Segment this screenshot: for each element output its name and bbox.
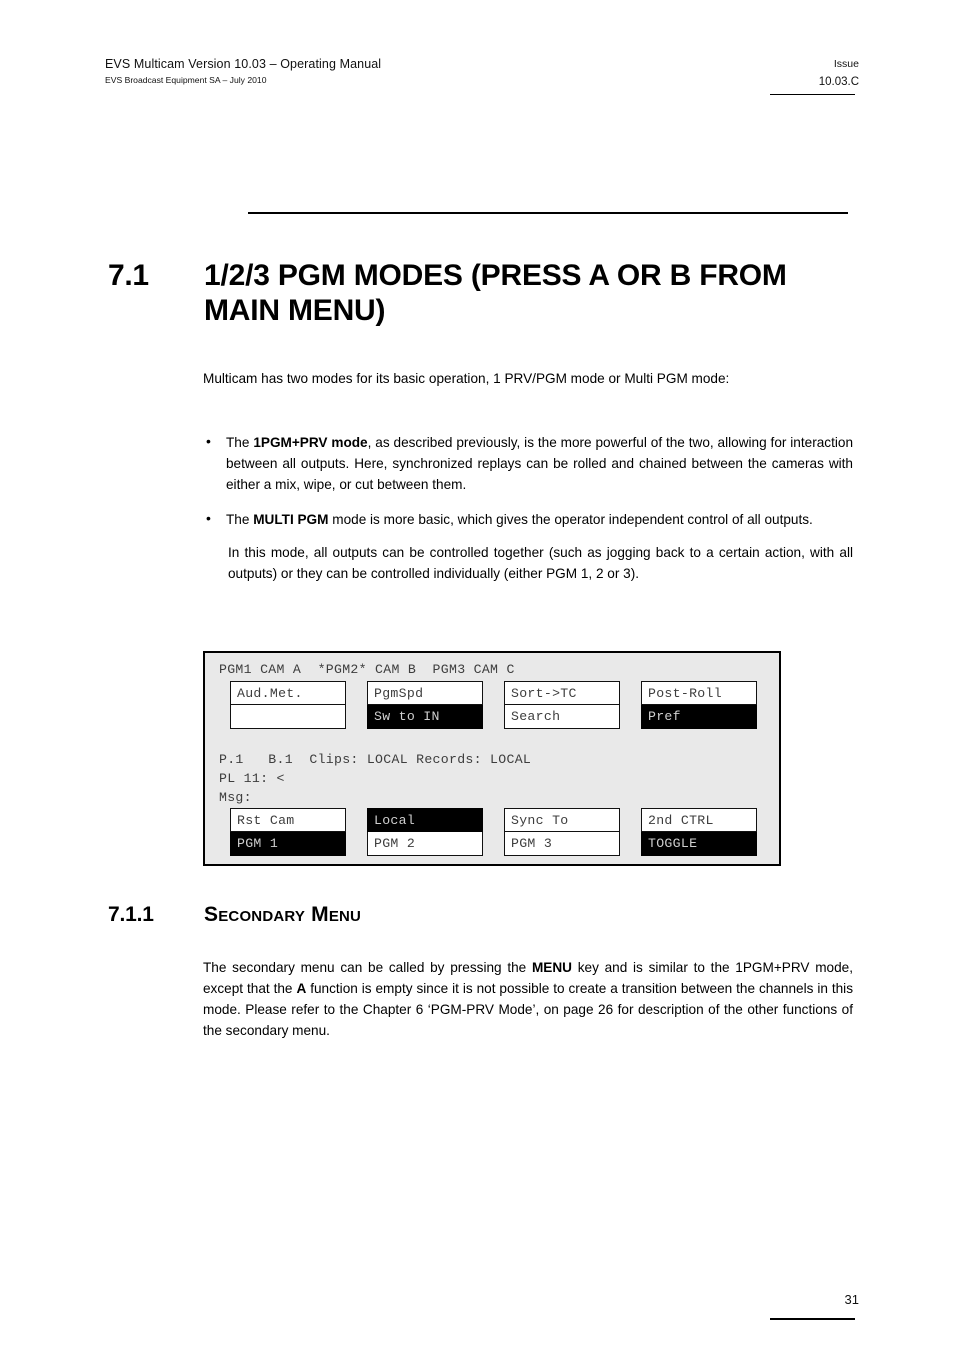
panel-top-button-row: Aud.Met. PgmSpd Sw to IN Sort->TC Search… xyxy=(230,681,760,729)
issue-label: Issue xyxy=(833,58,859,70)
panel-button-group-5: Rst Cam PGM 1 xyxy=(230,808,346,856)
panel-button-pgmspd[interactable]: PgmSpd xyxy=(367,681,483,705)
manual-publisher: EVS Broadcast Equipment SA – July 2010 xyxy=(105,75,267,85)
running-header-left: EVS Multicam Version 10.03 – Operating M… xyxy=(105,57,625,85)
panel-button-pgm-1[interactable]: PGM 1 xyxy=(230,832,346,856)
secondary-menu-paragraph: The secondary menu can be called by pres… xyxy=(203,957,853,1041)
issue-value: 10.03.C xyxy=(818,76,859,88)
panel-button-local[interactable]: Local xyxy=(367,808,483,832)
running-header-right: Issue 10.03.C xyxy=(739,58,859,88)
panel-button-group-2: PgmSpd Sw to IN xyxy=(367,681,483,729)
list-item: The 1PGM+PRV mode, as described previous… xyxy=(203,431,853,495)
panel-button-rst-cam[interactable]: Rst Cam xyxy=(230,808,346,832)
footer-rule xyxy=(770,1318,855,1320)
subsection-title: Secondary Menu xyxy=(204,903,362,926)
panel-button-empty-1[interactable] xyxy=(230,705,346,729)
subsection-body-block: The secondary menu can be called by pres… xyxy=(203,957,853,1041)
panel-button-sort-to-tc[interactable]: Sort->TC xyxy=(504,681,620,705)
panel-button-group-7: Sync To PGM 3 xyxy=(504,808,620,856)
header-rule xyxy=(770,94,855,95)
panel-button-group-8: 2nd CTRL TOGGLE xyxy=(641,808,757,856)
section-number: 7.1 xyxy=(108,259,149,292)
panel-button-sync-to[interactable]: Sync To xyxy=(504,808,620,832)
panel-button-2nd-ctrl[interactable]: 2nd CTRL xyxy=(641,808,757,832)
section-divider-rule xyxy=(248,212,848,214)
panel-button-pref[interactable]: Pref xyxy=(641,705,757,729)
intro-paragraph: Multicam has two modes for its basic ope… xyxy=(203,371,730,386)
sec-b1-menu-key: MENU xyxy=(531,960,572,975)
panel-button-group-6: Local PGM 2 xyxy=(367,808,483,856)
panel-status-line-clips: P.1 B.1 Clips: LOCAL Records: LOCAL xyxy=(219,752,532,767)
multicam-menu-panel: PGM1 CAM A *PGM2* CAM B PGM3 CAM C Aud.M… xyxy=(203,651,781,866)
document-page: EVS Multicam Version 10.03 – Operating M… xyxy=(0,0,954,1350)
bullet-2-post: mode is more basic, which gives the oper… xyxy=(328,512,813,527)
panel-button-pgm-2[interactable]: PGM 2 xyxy=(367,832,483,856)
intro-block: Multicam has two modes for its basic ope… xyxy=(203,368,853,389)
panel-button-search[interactable]: Search xyxy=(504,705,620,729)
subsection-number: 7.1.1 xyxy=(108,903,154,926)
sec-p1: The secondary menu can be called by pres… xyxy=(203,960,532,975)
bullet-1-bold: 1PGM+PRV mode xyxy=(253,435,368,450)
bullet-list-block: The 1PGM+PRV mode, as described previous… xyxy=(203,418,853,584)
panel-bottom-button-row: Rst Cam PGM 1 Local PGM 2 Sync To PGM 3 … xyxy=(230,808,760,856)
subsection-heading: 7.1.1 Secondary Menu xyxy=(108,903,808,927)
panel-status-line-playlist: PL 11: < xyxy=(219,771,285,786)
bullet-2-bold: MULTI PGM xyxy=(253,512,329,527)
page-number: 31 xyxy=(844,1292,859,1307)
panel-button-pgm-3[interactable]: PGM 3 xyxy=(504,832,620,856)
section-heading: 7.1 1/2/3 PGM MODES (PRESS A OR B FROM M… xyxy=(108,258,868,329)
panel-status-line-msg: Msg: xyxy=(219,790,252,805)
panel-status-line-pgm: PGM1 CAM A *PGM2* CAM B PGM3 CAM C xyxy=(219,662,515,677)
multi-pgm-detail-paragraph: In this mode, all outputs can be control… xyxy=(228,545,853,581)
manual-title: EVS Multicam Version 10.03 – Operating M… xyxy=(105,57,382,71)
section-title: 1/2/3 PGM MODES (PRESS A OR B FROM MAIN … xyxy=(204,259,787,328)
panel-button-aud-met[interactable]: Aud.Met. xyxy=(230,681,346,705)
panel-button-group-4: Post-Roll Pref xyxy=(641,681,757,729)
sec-b2-a-function: A xyxy=(296,981,307,996)
bullet-2-pre: The xyxy=(226,512,254,527)
panel-button-post-roll[interactable]: Post-Roll xyxy=(641,681,757,705)
panel-button-sw-to-in[interactable]: Sw to IN xyxy=(367,705,483,729)
list-item: The MULTI PGM mode is more basic, which … xyxy=(203,508,853,530)
mode-bullet-list: The 1PGM+PRV mode, as described previous… xyxy=(203,431,853,530)
panel-button-group-1: Aud.Met. xyxy=(230,681,346,729)
bullet-1-pre: The xyxy=(226,435,254,450)
panel-button-group-3: Sort->TC Search xyxy=(504,681,620,729)
panel-button-toggle[interactable]: TOGGLE xyxy=(641,832,757,856)
